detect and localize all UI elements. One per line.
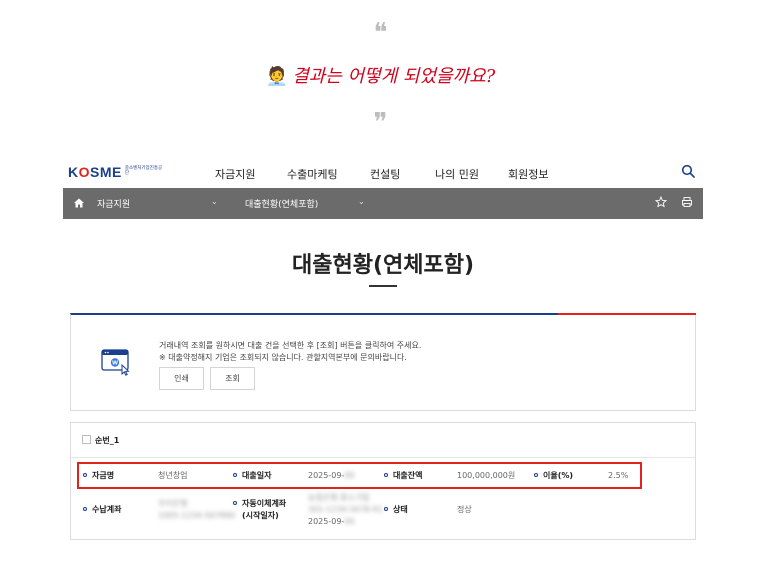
menu-item-fund-support[interactable]: 자금지원 — [215, 166, 255, 182]
headline-text: 결과는 어떻게 되었을까요? — [292, 66, 496, 87]
browser-click-icon: W — [101, 349, 130, 376]
headline: 🧑‍💼 결과는 어떻게 되었을까요? — [0, 62, 761, 88]
loan-record-header: 순번_1 — [71, 423, 695, 458]
kosme-site-screenshot: KOSME 중소벤처기업진흥공단 자금지원 수출마케팅 컨설팅 나의 민원 회원… — [63, 158, 703, 558]
menu-item-export-marketing[interactable]: 수출마케팅 — [287, 166, 338, 182]
auto-transfer-account: 301-1234-5678-91 — [308, 505, 383, 514]
info-box-accent — [558, 313, 696, 315]
svg-text:W: W — [112, 361, 118, 367]
menu-item-member-info[interactable]: 회원정보 — [508, 166, 548, 182]
info-notice: ※ 대출약정해지 기업은 조회되지 않습니다. 관할지역본부에 문의바랍니다. — [159, 353, 407, 362]
inquiry-button[interactable]: 조회 — [210, 367, 255, 390]
page-title: 대출현황(연체포함) — [291, 253, 475, 278]
print-icon[interactable] — [681, 196, 693, 208]
print-button[interactable]: 인쇄 — [159, 367, 204, 390]
home-icon[interactable] — [73, 197, 85, 209]
payment-account-bank: 우리은행 — [158, 499, 188, 508]
status-label: 상태 — [384, 504, 408, 515]
payment-account-number: 1005-1234-567890 — [158, 511, 236, 520]
office-worker-icon: 🧑‍💼 — [265, 66, 289, 87]
auto-transfer-bank: 농협은행 중소기업 — [308, 493, 370, 502]
chevron-down-icon[interactable]: ⌄ — [358, 197, 365, 206]
interest-rate-label: 이율(%) — [534, 470, 573, 481]
loan-select-checkbox[interactable] — [82, 435, 91, 444]
fund-name-value: 청년창업 — [158, 471, 188, 480]
main-menu: 자금지원 수출마케팅 컨설팅 나의 민원 회원정보 — [63, 166, 703, 182]
open-quote-mark: ❝ — [373, 18, 388, 48]
menu-item-consulting[interactable]: 컨설팅 — [370, 166, 400, 182]
loan-balance-label: 대출잔액 — [384, 470, 422, 481]
loan-sequence-label: 순번_1 — [95, 436, 120, 445]
auto-transfer-start-date: 2025-09-00 — [308, 517, 355, 526]
auto-transfer-sublabel: (시작일자) — [242, 511, 279, 520]
loan-date-value: 2025-09-00 — [308, 471, 355, 480]
title-underline — [369, 285, 397, 287]
loan-date-label: 대출일자 — [233, 470, 271, 481]
loan-record: 순번_1 자금명 청년창업 대출일자 2025-09-00 대출잔액 100,0… — [70, 422, 696, 540]
chevron-down-icon[interactable]: ⌄ — [211, 197, 218, 206]
info-box: W 거래내역 조회를 원하시면 대출 건을 선택한 후 [조회] 버튼을 클릭하… — [70, 313, 696, 411]
breadcrumb-bar: 자금지원 ⌄ 대출현황(연체포함) ⌄ — [63, 188, 703, 219]
top-navigation: KOSME 중소벤처기업진흥공단 자금지원 수출마케팅 컨설팅 나의 민원 회원… — [63, 158, 703, 188]
status-value: 정상 — [457, 505, 472, 514]
fund-name-label: 자금명 — [83, 470, 114, 481]
menu-item-my-requests[interactable]: 나의 민원 — [435, 166, 479, 182]
interest-rate-value: 2.5% — [608, 471, 629, 480]
payment-account-label: 수납계좌 — [83, 504, 121, 515]
loan-balance-value: 100,000,000원 — [457, 471, 516, 480]
auto-transfer-label: 자동이체계좌 — [233, 498, 286, 509]
breadcrumb-loan-status[interactable]: 대출현황(연체포함) — [245, 197, 318, 210]
close-quote-mark: ❞ — [373, 108, 388, 138]
search-icon[interactable] — [681, 164, 695, 178]
info-instruction: 거래내역 조회를 원하시면 대출 건을 선택한 후 [조회] 버튼을 클릭하여 … — [159, 341, 422, 350]
star-icon[interactable] — [655, 196, 667, 208]
breadcrumb-fund-support[interactable]: 자금지원 — [97, 197, 130, 210]
